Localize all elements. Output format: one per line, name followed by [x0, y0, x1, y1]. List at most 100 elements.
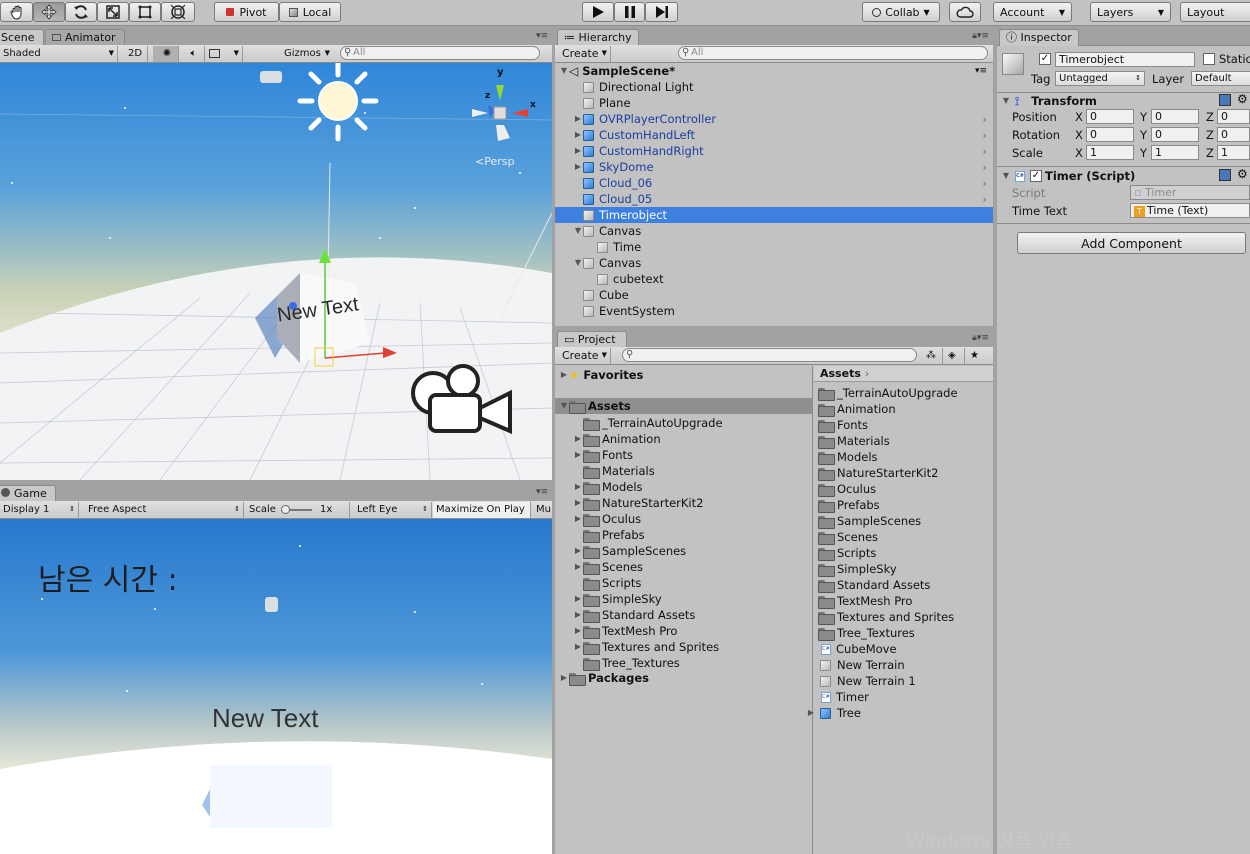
panel-menu-icon[interactable]: ▾≡	[536, 31, 548, 41]
y-value-field[interactable]: 0	[1151, 109, 1199, 124]
x-value-field[interactable]: 0	[1086, 127, 1134, 142]
asset-item[interactable]: SampleScenes	[818, 513, 921, 529]
hierarchy-item[interactable]: Cloud_05 ›	[555, 191, 993, 207]
expand-arrow-icon[interactable]: ▶	[573, 511, 583, 527]
asset-folder-item[interactable]: ▶ SampleScenes	[573, 543, 686, 559]
help-icon[interactable]	[1219, 169, 1231, 181]
scene-viewport[interactable]: New Text y z x <Persp	[0, 63, 552, 480]
pivot-toggle-button[interactable]: Pivot	[214, 2, 279, 22]
asset-folder-item[interactable]: Prefabs	[573, 527, 645, 543]
asset-folder-item[interactable]: Materials	[573, 463, 655, 479]
hierarchy-item[interactable]: ▶ OVRPlayerController ›	[555, 111, 993, 127]
assets-breadcrumb[interactable]: Assets ›	[814, 366, 993, 382]
expand-arrow-icon[interactable]: ▶	[573, 543, 583, 559]
panel-menu-icon[interactable]: ▾≡	[536, 487, 548, 497]
favorites-item[interactable]: ▶ ★ Favorites	[559, 367, 644, 383]
expand-arrow-icon[interactable]: ▶	[573, 127, 583, 143]
expand-arrow-icon[interactable]: ▶	[573, 607, 583, 623]
asset-folder-item[interactable]: ▶ NatureStarterKit2	[573, 495, 703, 511]
gizmos-dropdown[interactable]: Gizmos ▼	[281, 46, 332, 62]
component-enabled-checkbox[interactable]: ✓	[1030, 170, 1042, 182]
static-checkbox[interactable]	[1203, 53, 1215, 65]
asset-folder-item[interactable]: ▶ Models	[573, 479, 643, 495]
expand-arrow-icon[interactable]: ▶	[806, 705, 816, 721]
layers-dropdown[interactable]: Layers ▼	[1090, 2, 1171, 22]
asset-item[interactable]: C# Timer	[818, 689, 869, 705]
hierarchy-item[interactable]: Plane	[555, 95, 993, 111]
z-value-field[interactable]: 1	[1217, 145, 1250, 160]
layer-dropdown[interactable]: Default	[1191, 71, 1250, 86]
hierarchy-item[interactable]: Cube	[555, 287, 993, 303]
lighting-toggle[interactable]: ✺	[153, 46, 179, 62]
asset-item[interactable]: Prefabs	[818, 497, 880, 513]
hierarchy-item[interactable]: Directional Light	[555, 79, 993, 95]
expand-arrow-icon[interactable]: ▶	[573, 639, 583, 655]
asset-item[interactable]: New Terrain 1	[818, 673, 916, 689]
projection-label[interactable]: <Persp	[475, 155, 514, 168]
asset-item[interactable]: Materials	[818, 433, 890, 449]
hierarchy-item[interactable]: Time	[555, 239, 993, 255]
rect-tool-button[interactable]	[129, 2, 161, 22]
scene-search-input[interactable]: ⚲ All	[340, 46, 540, 60]
expand-arrow-icon[interactable]: ▶	[573, 159, 583, 175]
asset-folder-item[interactable]: ▶ TextMesh Pro	[573, 623, 677, 639]
asset-folder-item[interactable]: ▶ Scenes	[573, 559, 643, 575]
hierarchy-item[interactable]: ▼ Canvas	[555, 255, 993, 271]
pause-button[interactable]	[614, 2, 645, 22]
hierarchy-item[interactable]: ▶ CustomHandRight ›	[555, 143, 993, 159]
asset-item[interactable]: Oculus	[818, 481, 876, 497]
packages-item[interactable]: ▶ Packages	[559, 670, 649, 686]
scale-slider-thumb[interactable]	[281, 505, 290, 514]
expand-arrow-icon[interactable]: ▼	[573, 255, 583, 271]
asset-item[interactable]: Models	[818, 449, 878, 465]
scene-root-item[interactable]: ▼ ◁ SampleScene* ▾≡	[559, 63, 993, 79]
expand-arrow-icon[interactable]: ▶	[573, 479, 583, 495]
transform-tool-button[interactable]	[161, 2, 195, 22]
object-name-field[interactable]: Timerobject	[1055, 52, 1195, 67]
asset-item[interactable]: C# CubeMove	[818, 641, 897, 657]
chevron-right-icon[interactable]: ›	[982, 127, 987, 143]
2d-toggle[interactable]: 2D	[123, 46, 148, 62]
hierarchy-search-input[interactable]: ⚲ All	[678, 46, 988, 60]
asset-item[interactable]: Animation	[818, 401, 896, 417]
asset-folder-item[interactable]: Tree_Textures	[573, 655, 680, 671]
asset-folder-item[interactable]: ▶ SimpleSky	[573, 591, 662, 607]
hierarchy-item[interactable]: Timerobject	[555, 207, 993, 223]
chevron-right-icon[interactable]: ›	[982, 175, 987, 191]
expand-arrow-icon[interactable]: ▶	[573, 623, 583, 639]
expand-arrow-icon[interactable]: ▼	[1001, 168, 1011, 184]
mute-audio-toggle[interactable]: Mu	[533, 502, 552, 518]
time-text-reference-field[interactable]: T Time (Text)	[1130, 203, 1250, 218]
audio-toggle[interactable]: 🔈︎	[180, 46, 205, 62]
filter-type-button[interactable]: ⁂	[923, 348, 943, 364]
project-create-dropdown[interactable]: Create ▼	[559, 348, 611, 364]
tab-animator[interactable]: Animator	[45, 29, 125, 46]
expand-arrow-icon[interactable]: ▶	[573, 495, 583, 511]
display-dropdown[interactable]: Display 1 ⇕	[0, 502, 79, 518]
effects-dropdown[interactable]: ▼	[206, 46, 243, 62]
hierarchy-item[interactable]: ▶ SkyDome ›	[555, 159, 993, 175]
asset-item[interactable]: ▶ Tree	[808, 705, 861, 721]
y-value-field[interactable]: 0	[1151, 127, 1199, 142]
asset-folder-item[interactable]: _TerrainAutoUpgrade	[573, 415, 723, 431]
asset-item[interactable]: TextMesh Pro	[818, 593, 912, 609]
tag-dropdown[interactable]: Untagged ⇕	[1055, 71, 1145, 86]
tab-project[interactable]: ▭ Project	[557, 331, 627, 348]
add-component-button[interactable]: Add Component	[1017, 232, 1246, 254]
hierarchy-create-dropdown[interactable]: Create ▼	[559, 46, 611, 62]
hierarchy-item[interactable]: ▼ Canvas	[555, 223, 993, 239]
expand-arrow-icon[interactable]: ▼	[573, 223, 583, 239]
y-value-field[interactable]: 1	[1151, 145, 1199, 160]
tab-hierarchy[interactable]: ≔ Hierarchy	[557, 29, 639, 46]
asset-item[interactable]: Textures and Sprites	[818, 609, 954, 625]
expand-arrow-icon[interactable]: ▶	[559, 367, 569, 383]
script-component-header[interactable]: ▼ C# ✓ Timer (Script)	[1001, 168, 1135, 184]
asset-folder-item[interactable]: ▶ Standard Assets	[573, 607, 695, 623]
rotate-tool-button[interactable]	[65, 2, 97, 22]
local-toggle-button[interactable]: Local	[279, 2, 341, 22]
z-value-field[interactable]: 0	[1217, 109, 1250, 124]
asset-folder-item[interactable]: ▶ Oculus	[573, 511, 641, 527]
scale-tool-button[interactable]	[97, 2, 129, 22]
expand-arrow-icon[interactable]: ▶	[573, 591, 583, 607]
chevron-right-icon[interactable]: ›	[982, 143, 987, 159]
